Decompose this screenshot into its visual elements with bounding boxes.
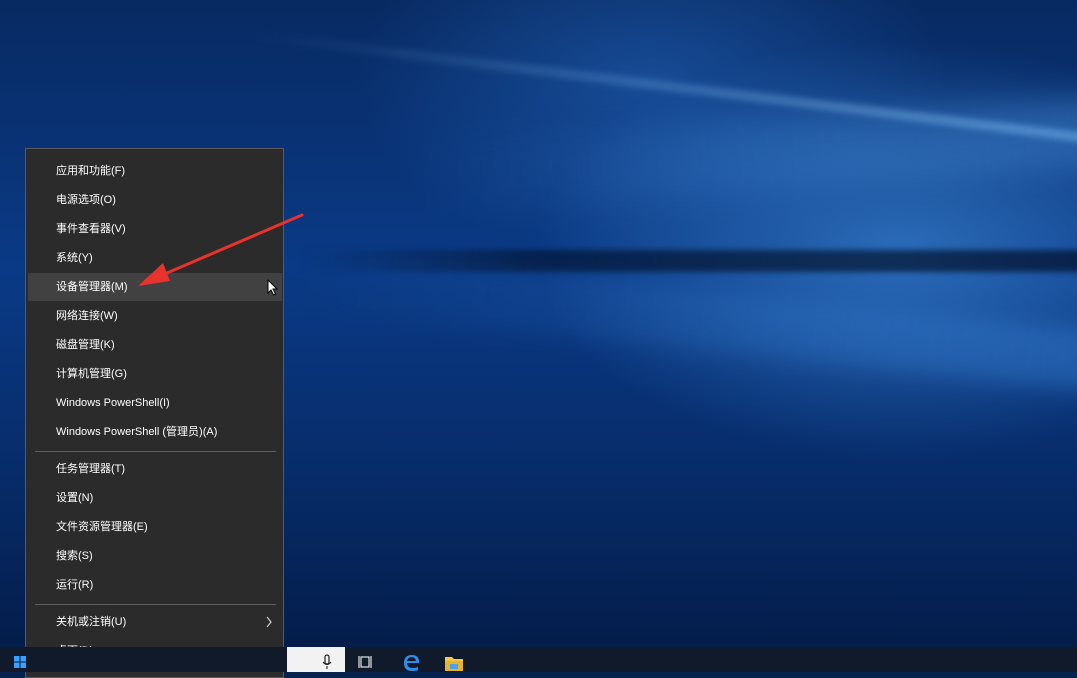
wallpaper-light-beam [249, 30, 1077, 162]
menu-item-search[interactable]: 搜索(S) [28, 542, 282, 570]
menu-item-system[interactable]: 系统(Y) [28, 244, 282, 272]
taskbar [0, 647, 1077, 672]
menu-item-powershell-admin[interactable]: Windows PowerShell (管理员)(A) [28, 418, 282, 446]
menu-item-device-manager[interactable]: 设备管理器(M) [28, 273, 282, 301]
edge-browser-icon[interactable] [402, 652, 422, 672]
menu-item-apps-features[interactable]: 应用和功能(F) [28, 157, 282, 185]
menu-item-label: 关机或注销(U) [56, 616, 127, 628]
task-view-icon[interactable] [358, 655, 374, 669]
file-explorer-icon[interactable] [444, 654, 464, 672]
menu-item-network-connections[interactable]: 网络连接(W) [28, 302, 282, 330]
menu-item-disk-management[interactable]: 磁盘管理(K) [28, 331, 282, 359]
wallpaper-light-glow [418, 95, 1077, 215]
microphone-icon[interactable] [321, 654, 333, 670]
menu-item-task-manager[interactable]: 任务管理器(T) [28, 455, 282, 483]
winx-context-menu: 应用和功能(F) 电源选项(O) 事件查看器(V) 系统(Y) 设备管理器(M)… [25, 148, 284, 678]
menu-item-power-options[interactable]: 电源选项(O) [28, 186, 282, 214]
menu-item-run[interactable]: 运行(R) [28, 571, 282, 599]
menu-item-shutdown-signout[interactable]: 关机或注销(U) [28, 608, 282, 636]
menu-item-settings[interactable]: 设置(N) [28, 484, 282, 512]
chevron-right-icon [266, 616, 272, 628]
mouse-cursor-icon [267, 279, 279, 296]
wallpaper-light-glow [299, 248, 1077, 392]
menu-item-powershell[interactable]: Windows PowerShell(I) [28, 389, 282, 417]
taskbar-search-box[interactable] [287, 647, 345, 672]
windows-start-icon[interactable] [14, 656, 26, 668]
menu-item-event-viewer[interactable]: 事件查看器(V) [28, 215, 282, 243]
menu-separator [35, 451, 276, 452]
menu-separator [35, 604, 276, 605]
menu-item-computer-management[interactable]: 计算机管理(G) [28, 360, 282, 388]
wallpaper-dark-band [300, 250, 1077, 272]
menu-item-file-explorer[interactable]: 文件资源管理器(E) [28, 513, 282, 541]
